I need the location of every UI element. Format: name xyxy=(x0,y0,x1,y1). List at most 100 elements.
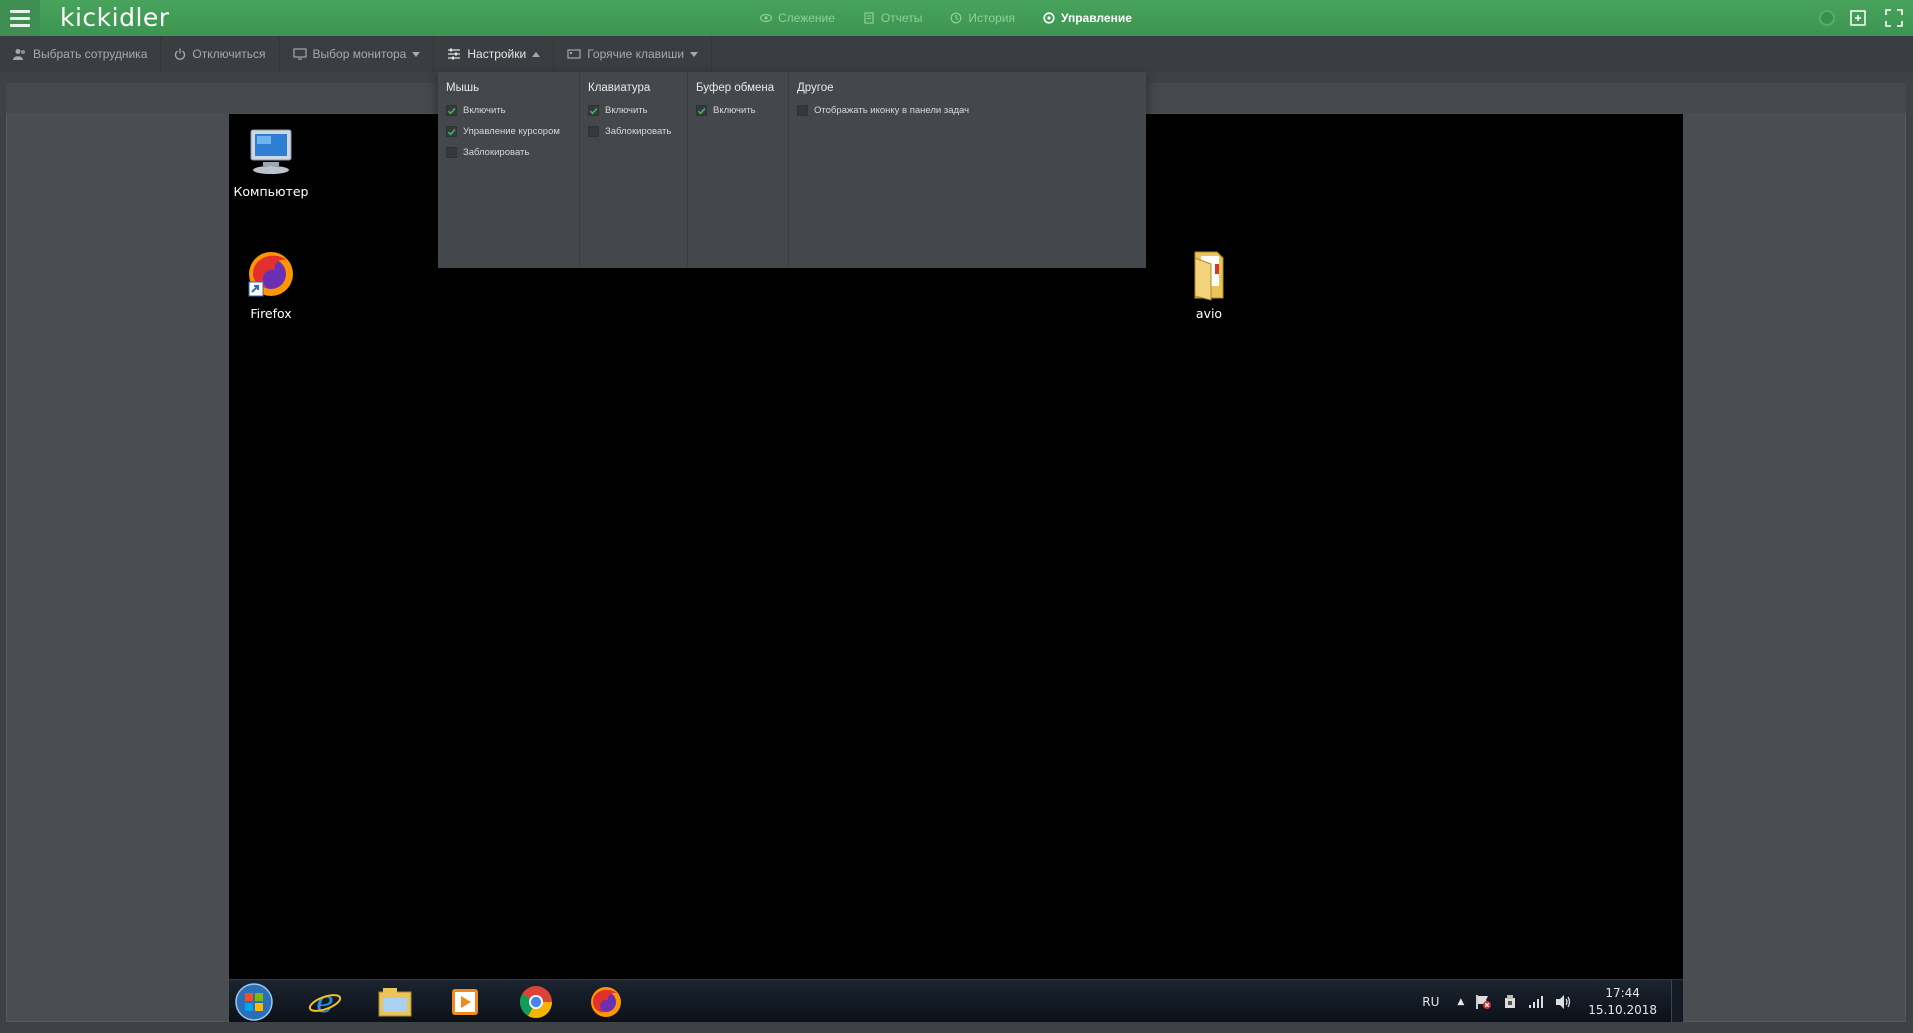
chevron-down-icon xyxy=(412,51,421,57)
settings-menu: Мышь Включить Управление курсором Заблок… xyxy=(438,72,1146,268)
network-signal-icon[interactable] xyxy=(1528,995,1544,1009)
settings-group-mouse: Мышь Включить Управление курсором Заблок… xyxy=(438,72,580,268)
settings-group-keyboard: Клавиатура Включить Заблокировать xyxy=(580,72,688,268)
chevron-down-icon xyxy=(690,51,699,57)
chrome-icon xyxy=(519,986,553,1019)
checkbox-icon xyxy=(588,126,599,137)
internet-explorer-icon: e xyxy=(308,985,342,1020)
mouse-cursor-control-label: Управление курсором xyxy=(463,126,560,137)
settings-group-other: Другое Отображать иконку в панели задач xyxy=(789,72,1146,268)
computer-icon xyxy=(243,124,299,180)
top-right-controls xyxy=(1819,0,1913,36)
taskbar-firefox[interactable] xyxy=(584,983,628,1021)
settings-group-mouse-title: Мышь xyxy=(446,82,480,94)
taskbar-media-player[interactable] xyxy=(443,983,487,1021)
firefox-icon xyxy=(591,987,621,1017)
keyboard-block-label: Заблокировать xyxy=(605,126,672,137)
nav-control-label: Управление xyxy=(1060,11,1132,25)
clipboard-enable-checkbox[interactable]: Включить xyxy=(696,100,780,121)
svg-text:e: e xyxy=(316,985,334,1020)
hotkeys-dropdown[interactable]: Горячие клавиши xyxy=(554,36,713,72)
document-icon xyxy=(864,12,874,24)
menu-icon[interactable] xyxy=(0,0,40,36)
settings-label: Настройки xyxy=(467,47,527,61)
checkmark-icon xyxy=(446,126,457,137)
nav-control[interactable]: Управление xyxy=(1043,11,1132,25)
settings-dropdown[interactable]: Настройки xyxy=(434,36,555,72)
connection-status-icon xyxy=(1819,10,1835,26)
monitor-icon xyxy=(292,48,307,60)
settings-group-clipboard-title: Буфер обмена xyxy=(696,82,775,94)
folder-icon xyxy=(1181,246,1237,302)
taskbar-explorer[interactable] xyxy=(373,983,417,1021)
nav-history-label: История xyxy=(968,11,1015,25)
start-button[interactable] xyxy=(232,983,276,1021)
clock-date: 15.10.2018 xyxy=(1588,1002,1657,1017)
chevron-up-icon xyxy=(532,51,541,57)
tray-clock[interactable]: 17:44 15.10.2018 xyxy=(1588,985,1657,1019)
start-orb-icon xyxy=(235,983,273,1021)
hotkeys-label: Горячие клавиши xyxy=(587,47,685,61)
fullscreen-icon[interactable] xyxy=(1881,5,1907,31)
settings-group-clipboard: Буфер обмена Включить xyxy=(688,72,789,268)
disconnect-button[interactable]: Отключиться xyxy=(161,36,280,72)
checkmark-icon xyxy=(446,105,457,116)
monitor-select-dropdown[interactable]: Выбор монитора xyxy=(280,36,435,72)
nav-reports-label: Отчеты xyxy=(880,11,923,25)
control-toolbar: Выбрать сотрудника Отключиться Выбор мон… xyxy=(0,36,1913,72)
checkbox-icon xyxy=(446,147,457,158)
firefox-icon xyxy=(243,246,299,302)
clock-time: 17:44 xyxy=(1605,985,1640,1000)
keyboard-icon xyxy=(567,49,581,59)
keyboard-enable-label: Включить xyxy=(605,105,648,116)
disconnect-label: Отключиться xyxy=(192,47,266,61)
desktop-icon-computer[interactable]: Компьютер xyxy=(229,124,316,199)
top-bar: kickidler Слежение Отчеты История Управл… xyxy=(0,0,1913,36)
show-desktop-button[interactable] xyxy=(1671,980,1683,1022)
action-center-flag-icon[interactable] xyxy=(1474,994,1492,1010)
checkmark-icon xyxy=(588,105,599,116)
language-indicator[interactable]: RU xyxy=(1422,995,1439,1009)
mouse-enable-checkbox[interactable]: Включить xyxy=(446,100,571,121)
select-employee-label: Выбрать сотрудника xyxy=(33,47,148,61)
settings-group-keyboard-title: Клавиатура xyxy=(588,82,651,94)
usb-device-icon[interactable] xyxy=(1502,994,1518,1010)
system-tray: RU ▲ 17:44 15.10.2018 xyxy=(1422,980,1657,1022)
keyboard-enable-checkbox[interactable]: Включить xyxy=(588,100,679,121)
show-tray-icon-label: Отображать иконку в панели задач xyxy=(814,105,970,116)
taskbar-chrome[interactable] xyxy=(514,983,558,1021)
settings-group-other-title: Другое xyxy=(797,82,834,94)
desktop-icon-avio-label: avio xyxy=(1195,306,1223,321)
keyboard-block-checkbox[interactable]: Заблокировать xyxy=(588,121,679,142)
main-nav: Слежение Отчеты История Управление xyxy=(760,0,1132,36)
select-employee-button[interactable]: Выбрать сотрудника xyxy=(0,36,162,72)
nav-tracking-label: Слежение xyxy=(778,11,835,25)
mouse-block-checkbox[interactable]: Заблокировать xyxy=(446,142,571,163)
desktop-icon-firefox[interactable]: Firefox xyxy=(229,246,316,321)
nav-reports[interactable]: Отчеты xyxy=(863,11,922,25)
new-window-icon[interactable] xyxy=(1845,5,1871,31)
users-icon xyxy=(13,49,25,60)
mouse-cursor-control-checkbox[interactable]: Управление курсором xyxy=(446,121,571,142)
nav-history[interactable]: История xyxy=(950,11,1015,25)
mouse-block-label: Заблокировать xyxy=(463,147,530,158)
history-icon xyxy=(951,12,962,24)
remote-control-icon xyxy=(1043,12,1055,24)
show-tray-icon-checkbox[interactable]: Отображать иконку в панели задач xyxy=(797,100,1138,121)
taskbar-ie[interactable]: e xyxy=(303,983,347,1021)
explorer-icon xyxy=(378,988,412,1017)
tray-expand-icon[interactable]: ▲ xyxy=(1457,997,1464,1007)
eye-icon xyxy=(760,13,772,23)
settings-sliders-icon xyxy=(448,48,461,60)
mouse-enable-label: Включить xyxy=(463,105,506,116)
checkmark-icon xyxy=(696,105,707,116)
app-logo: kickidler xyxy=(60,3,170,32)
desktop-icon-firefox-label: Firefox xyxy=(250,306,292,321)
desktop-icon-avio[interactable]: avio xyxy=(1164,246,1254,321)
nav-tracking[interactable]: Слежение xyxy=(760,11,835,25)
volume-icon[interactable] xyxy=(1554,994,1572,1010)
power-icon xyxy=(175,48,186,60)
checkbox-icon xyxy=(797,105,808,116)
clipboard-enable-label: Включить xyxy=(713,105,756,116)
remote-taskbar: e RU ▲ 17:44 15.10.2018 xyxy=(229,979,1683,1022)
